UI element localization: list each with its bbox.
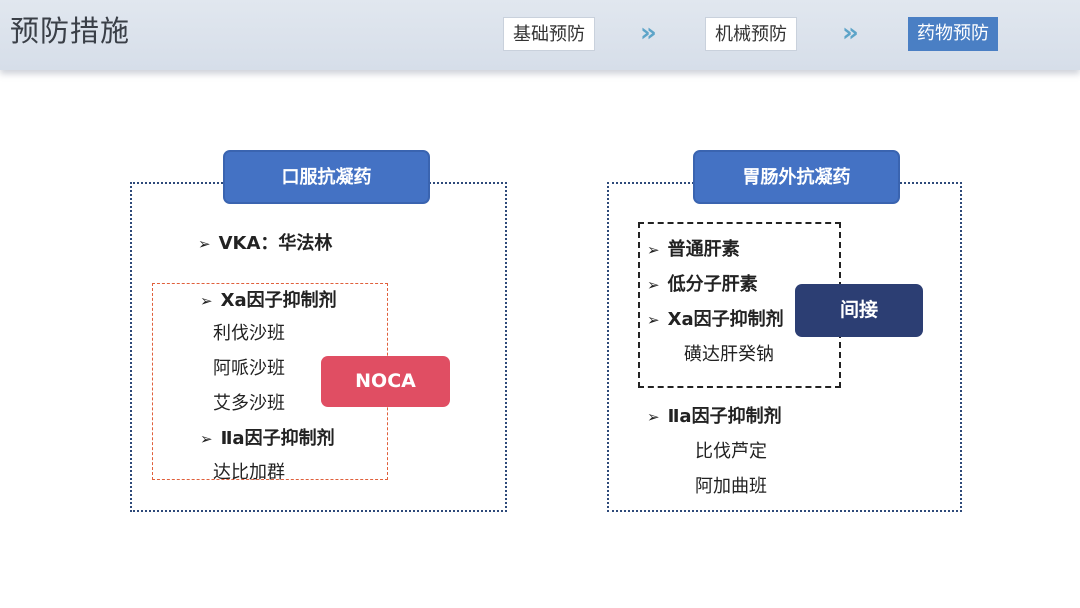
- noca-tag: NOCA: [321, 356, 450, 407]
- arrow-bullet-icon: ➢: [200, 430, 213, 448]
- step-basic-prevention[interactable]: 基础预防: [503, 17, 595, 51]
- lmwh-item: ➢ 低分子肝素: [647, 274, 758, 295]
- xa-inhibitor-item: ➢ Xa因子抑制剂: [647, 309, 784, 330]
- drug-edoxaban: 艾多沙班: [213, 393, 285, 414]
- drug-fondaparinux: 磺达肝癸钠: [684, 344, 774, 365]
- arrow-bullet-icon: ➢: [200, 292, 213, 310]
- iia-inhibitor-heading: ➢ Ⅱa因子抑制剂: [200, 428, 335, 449]
- arrow-bullet-icon: ➢: [647, 311, 660, 329]
- indirect-tag: 间接: [795, 284, 923, 337]
- drug-bivalirudin: 比伐芦定: [695, 441, 767, 462]
- chevron-right-icon: »: [640, 18, 657, 48]
- arrow-bullet-icon: ➢: [198, 235, 211, 253]
- unfractionated-heparin-item: ➢ 普通肝素: [647, 239, 740, 260]
- step-drug-prevention[interactable]: 药物预防: [908, 17, 998, 51]
- header-bar: 预防措施 基础预防 » 机械预防 » 药物预防: [0, 0, 1080, 70]
- drug-dabigatran: 达比加群: [213, 462, 285, 483]
- xa-inhibitor-heading: ➢ Xa因子抑制剂: [200, 290, 337, 311]
- arrow-bullet-icon: ➢: [647, 276, 660, 294]
- parenteral-anticoagulant-title: 胃肠外抗凝药: [693, 150, 900, 204]
- arrow-bullet-icon: ➢: [647, 408, 660, 426]
- drug-apixaban: 阿哌沙班: [213, 358, 285, 379]
- step-mechanical-prevention[interactable]: 机械预防: [705, 17, 797, 51]
- vka-item: ➢ VKA：华法林: [198, 233, 333, 254]
- oral-anticoagulant-title: 口服抗凝药: [223, 150, 430, 204]
- chevron-right-icon: »: [842, 18, 859, 48]
- drug-rivaroxaban: 利伐沙班: [213, 323, 285, 344]
- page-title: 预防措施: [10, 14, 131, 48]
- arrow-bullet-icon: ➢: [647, 241, 660, 259]
- iia-inhibitor-heading-right: ➢ Ⅱa因子抑制剂: [647, 406, 782, 427]
- drug-argatroban: 阿加曲班: [695, 476, 767, 497]
